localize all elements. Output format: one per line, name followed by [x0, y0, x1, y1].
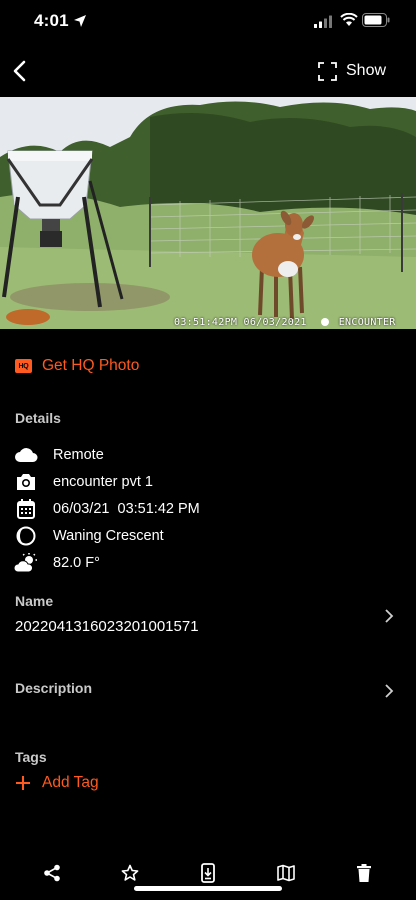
wifi-icon: [340, 13, 358, 26]
hq-badge-icon: HQ: [15, 359, 32, 373]
detail-source-row: Remote: [14, 444, 104, 466]
get-hq-photo-label: Get HQ Photo: [42, 357, 140, 374]
location-arrow-icon: [74, 15, 86, 27]
detail-source-text: Remote: [53, 447, 104, 463]
show-label: Show: [346, 62, 387, 79]
detail-camera-row: encounter pvt 1: [14, 471, 153, 493]
stamp-moon-icon: [320, 318, 329, 326]
calendar-icon: [14, 498, 38, 520]
detail-moon-text: Waning Crescent: [53, 528, 164, 544]
description-header: Description: [15, 680, 93, 696]
bottom-toolbar: [0, 858, 416, 888]
trash-icon[interactable]: [353, 862, 375, 884]
back-chevron-icon[interactable]: [10, 58, 30, 84]
details-header: Details: [15, 410, 61, 426]
map-icon[interactable]: [275, 862, 297, 884]
download-icon[interactable]: [197, 862, 219, 884]
tags-header: Tags: [15, 749, 47, 765]
home-indicator: [134, 886, 282, 891]
fullscreen-icon: [318, 61, 337, 81]
star-icon[interactable]: [119, 862, 141, 884]
detail-camera-text: encounter pvt 1: [53, 474, 153, 490]
name-chevron-icon[interactable]: [384, 608, 394, 624]
status-bar: 4:01: [0, 0, 416, 44]
photo-stamp-camera: ENCOUNTER: [338, 316, 396, 328]
detail-moon-row: Waning Crescent: [14, 525, 164, 547]
name-value[interactable]: 20220413160232010015​71: [15, 618, 199, 635]
moon-icon: [14, 525, 38, 547]
show-fullscreen-button[interactable]: Show: [318, 59, 386, 83]
share-icon[interactable]: [41, 862, 63, 884]
detail-datetime-text: 06/03/21 03:51:42 PM: [53, 501, 200, 517]
status-time: 4:01: [34, 11, 69, 30]
add-tag-label: Add Tag: [42, 774, 99, 791]
add-tag-button[interactable]: Add Tag: [16, 772, 99, 794]
cloud-icon: [14, 444, 38, 466]
plus-icon: [16, 776, 30, 790]
get-hq-photo-button[interactable]: HQ Get HQ Photo: [15, 355, 139, 377]
partly-sunny-icon: [14, 552, 38, 574]
photo-scene: [0, 97, 416, 329]
cellular-signal-icon: [314, 15, 332, 28]
detail-weather-text: 82.0 F°: [53, 555, 100, 571]
detail-weather-row: 82.0 F°: [14, 552, 100, 574]
name-header: Name: [15, 593, 54, 609]
detail-datetime-row: 06/03/21 03:51:42 PM: [14, 498, 200, 520]
trail-camera-photo[interactable]: [0, 97, 416, 329]
camera-icon: [14, 471, 38, 493]
description-chevron-icon[interactable]: [384, 683, 394, 699]
battery-icon: [362, 13, 390, 27]
photo-stamp-time: 03:51:42PM 06/03/2021: [174, 316, 307, 328]
photo-timestamp-overlay: 03:51:42PM 06/03/2021 ENCOUNTER: [174, 316, 396, 328]
